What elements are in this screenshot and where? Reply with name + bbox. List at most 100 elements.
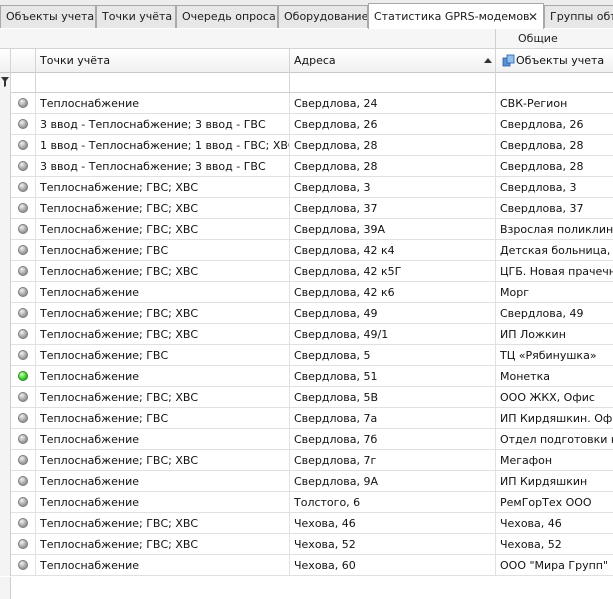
status-indicator-icon	[18, 119, 28, 129]
status-indicator-icon	[18, 476, 28, 486]
cell-object: ИП Кирдяшкин	[500, 475, 588, 488]
filter-points[interactable]	[36, 73, 290, 93]
table-row[interactable]: Теплоснабжение Свердлова, 24 СВК-Регион	[0, 93, 613, 114]
status-indicator-icon	[18, 245, 28, 255]
filter-row	[0, 73, 613, 93]
row-indicator	[0, 450, 11, 471]
table-row[interactable]: Теплоснабжение; ГВС; ХВС Свердлова, 42 к5…	[0, 261, 613, 282]
status-cell	[11, 135, 36, 156]
cell-address: Свердлова, 7г	[290, 450, 496, 471]
row-indicator	[0, 198, 11, 219]
table-row[interactable]: Теплоснабжение Толстого, 6 РемГорТех ООО	[0, 492, 613, 513]
filter-icon[interactable]	[1, 77, 9, 87]
table-row[interactable]: Теплоснабжение; ГВС; ХВС Свердлова, 49/1 И…	[0, 324, 613, 345]
cell-address: Толстого, 6	[290, 492, 496, 513]
cell-object: Детская больница, на	[500, 244, 613, 257]
cell-object: ИП Ложкин	[500, 328, 566, 341]
header-points[interactable]: Точки учёта	[36, 49, 290, 73]
status-indicator-icon	[18, 539, 28, 549]
status-cell	[11, 345, 36, 366]
table-row[interactable]: Теплоснабжение; ГВС; ХВС Свердлова, 7г Мег…	[0, 450, 613, 471]
table-row[interactable]: Теплоснабжение Свердлова, 9А ИП Кирдяшкин	[0, 471, 613, 492]
tab-objects[interactable]: Объекты учета	[0, 5, 96, 28]
tab-gprs-stats[interactable]: Статистика GPRS-модемов ✕	[368, 3, 544, 29]
table-row[interactable]: Теплоснабжение Свердлова, 51 Монетка	[0, 366, 613, 387]
status-indicator-icon	[18, 413, 28, 423]
header-points-label: Точки учёта	[40, 54, 111, 67]
cell-object: Свердлова, 3	[500, 181, 577, 194]
status-cell	[11, 93, 36, 114]
tab-metering-points[interactable]: Точки учёта	[96, 5, 176, 28]
cell-points: 3 ввод - Теплоснабжение; 3 ввод - ГВС	[36, 156, 290, 177]
tab-object-groups[interactable]: Группы объ	[544, 5, 613, 28]
cell-object: РемГорТех ООО	[500, 496, 592, 509]
header-address-label: Адреса	[294, 54, 336, 67]
table-row[interactable]: Теплоснабжение; ГВС Свердлова, 5 ТЦ «Рябин…	[0, 345, 613, 366]
cell-points: Теплоснабжение; ГВС; ХВС	[36, 261, 290, 282]
header-address[interactable]: Адреса	[290, 49, 496, 73]
close-icon[interactable]: ✕	[528, 4, 538, 29]
status-indicator-icon	[18, 371, 28, 381]
cell-object: Чехова, 46	[500, 517, 562, 530]
cell-object: Свердлова, 28	[500, 160, 584, 173]
filter-objects[interactable]	[496, 73, 613, 93]
cell-points: Теплоснабжение	[36, 366, 290, 387]
tab-poll-queue[interactable]: Очередь опроса	[176, 5, 278, 28]
table-row[interactable]: Теплоснабжение; ГВС; ХВС Свердлова, 5В ООО…	[0, 387, 613, 408]
cell-points: Теплоснабжение; ГВС; ХВС	[36, 387, 290, 408]
table-row[interactable]: 1 ввод - Теплоснабжение; 1 ввод - ГВС; Х…	[0, 135, 613, 156]
status-cell	[11, 534, 36, 555]
cell-points: Теплоснабжение	[36, 492, 290, 513]
status-indicator-icon	[18, 224, 28, 234]
cell-address: Свердлова, 42 к5Г	[290, 261, 496, 282]
row-indicator	[0, 408, 11, 429]
cell-points: Теплоснабжение; ГВС; ХВС	[36, 198, 290, 219]
row-indicator	[0, 471, 11, 492]
row-indicator	[0, 345, 11, 366]
table-row[interactable]: 3 ввод - Теплоснабжение; 3 ввод - ГВС Све…	[0, 114, 613, 135]
cell-points: 3 ввод - Теплоснабжение; 3 ввод - ГВС	[36, 114, 290, 135]
status-cell	[11, 450, 36, 471]
status-cell	[11, 114, 36, 135]
tab-equipment[interactable]: Оборудование	[278, 5, 368, 28]
table-row[interactable]: Теплоснабжение; ГВС; ХВС Свердлова, 49 Све…	[0, 303, 613, 324]
status-cell	[11, 366, 36, 387]
status-indicator-icon	[18, 98, 28, 108]
table-row[interactable]: Теплоснабжение Чехова, 60 ООО "Мира Групп"	[0, 555, 613, 576]
header-status[interactable]	[11, 49, 36, 73]
objects-icon	[502, 54, 515, 67]
table-row[interactable]: Теплоснабжение; ГВС; ХВС Свердлова, 3 Свер…	[0, 177, 613, 198]
status-indicator-icon	[18, 287, 28, 297]
status-cell	[11, 156, 36, 177]
cell-points: Теплоснабжение; ГВС; ХВС	[36, 303, 290, 324]
cell-address: Свердлова, 9А	[290, 471, 496, 492]
status-indicator-icon	[18, 518, 28, 528]
table-row[interactable]: Теплоснабжение; ГВС; ХВС Свердлова, 39А Вз…	[0, 219, 613, 240]
tab-label: Очередь опроса	[182, 10, 276, 23]
table-row[interactable]: Теплоснабжение; ГВС Свердлова, 42 к4 Детск…	[0, 240, 613, 261]
cell-object: Взрослая поликлиника	[500, 223, 613, 236]
table-row[interactable]: Теплоснабжение; ГВС Свердлова, 7а ИП Кирдя…	[0, 408, 613, 429]
table-row[interactable]: Теплоснабжение Свердлова, 42 к6 Морг	[0, 282, 613, 303]
status-indicator-icon	[18, 266, 28, 276]
cell-address: Свердлова, 7а	[290, 408, 496, 429]
table-row[interactable]: Теплоснабжение; ГВС; ХВС Чехова, 52 Чехова…	[0, 534, 613, 555]
status-cell	[11, 219, 36, 240]
table-row[interactable]: Теплоснабжение; ГВС; ХВС Свердлова, 37 Све…	[0, 198, 613, 219]
cell-address: Свердлова, 24	[290, 93, 496, 114]
sort-ascending-icon	[484, 58, 492, 63]
cell-points: Теплоснабжение	[36, 471, 290, 492]
status-cell	[11, 387, 36, 408]
cell-address: Свердлова, 5	[290, 345, 496, 366]
row-indicator	[0, 366, 11, 387]
table-row[interactable]: 3 ввод - Теплоснабжение; 3 ввод - ГВС Све…	[0, 156, 613, 177]
row-indicator	[0, 177, 11, 198]
table-row[interactable]: Теплоснабжение Свердлова, 7б Отдел подгото…	[0, 429, 613, 450]
filter-status[interactable]	[11, 73, 36, 93]
filter-address[interactable]	[290, 73, 496, 93]
header-indicator	[0, 49, 11, 73]
table-row[interactable]: Теплоснабжение; ГВС; ХВС Чехова, 46 Чехова…	[0, 513, 613, 534]
row-indicator	[0, 261, 11, 282]
cell-points: Теплоснабжение; ГВС	[36, 408, 290, 429]
row-indicator	[0, 429, 11, 450]
